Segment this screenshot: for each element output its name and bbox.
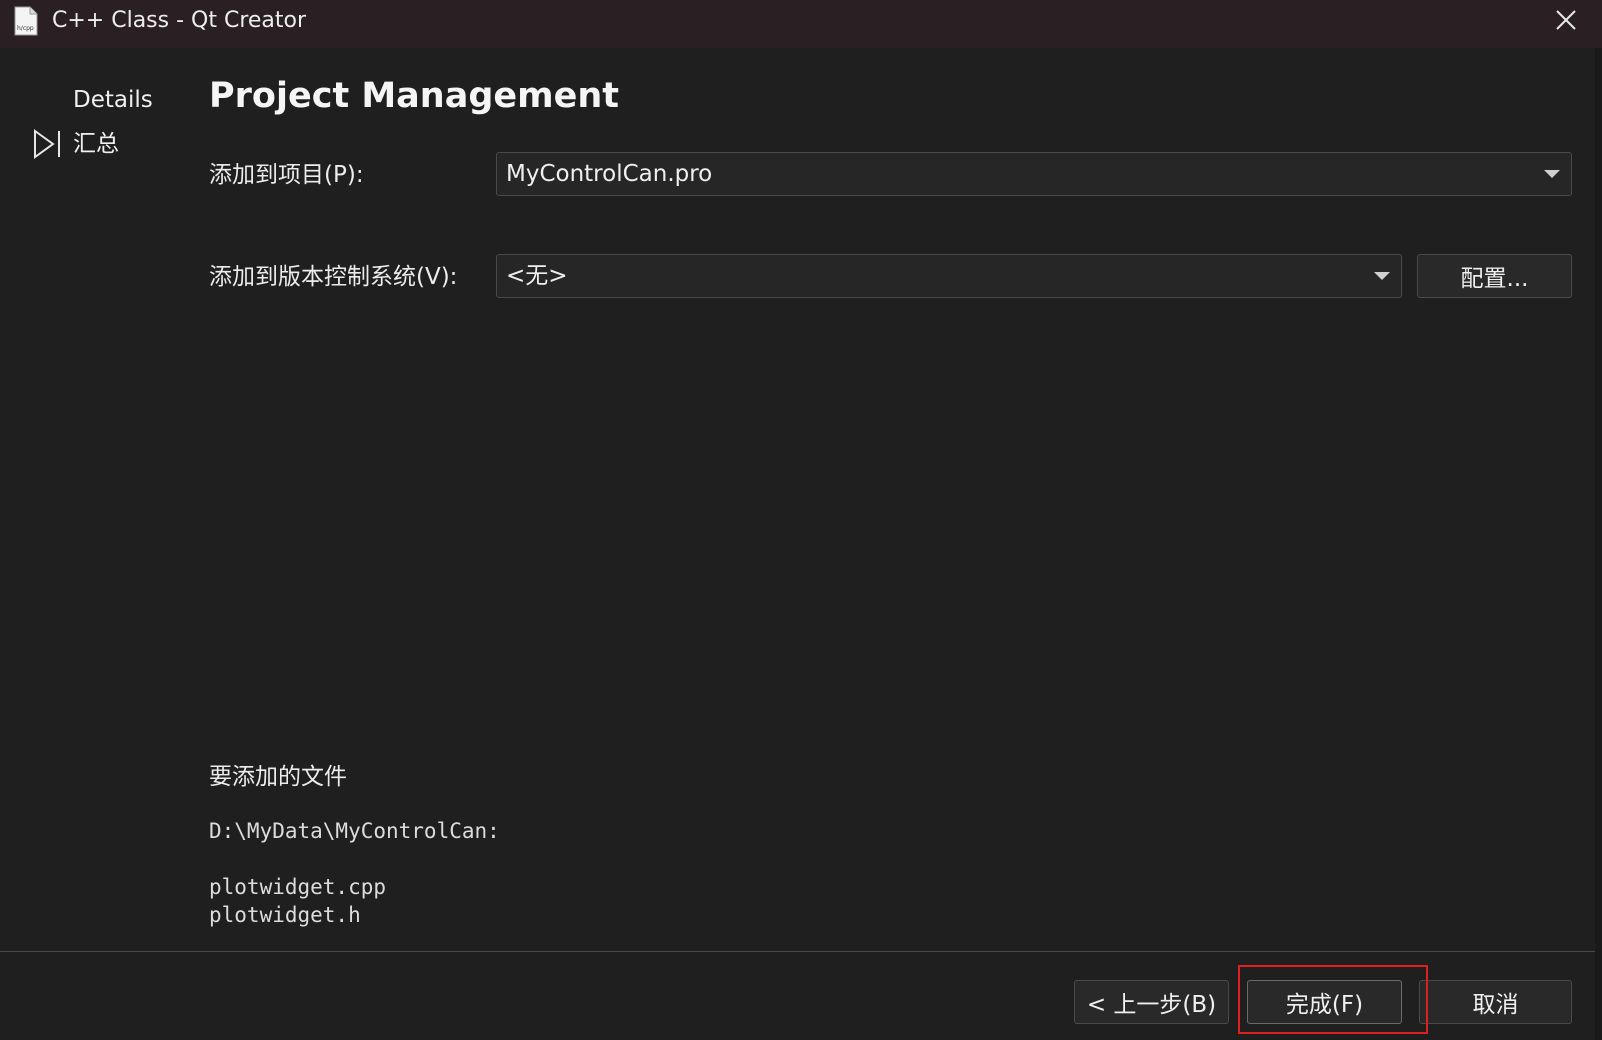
files-to-add-heading: 要添加的文件 — [209, 764, 347, 790]
close-button[interactable] — [1540, 0, 1592, 40]
chevron-down-icon[interactable] — [1544, 170, 1560, 178]
svg-text:h/cpp: h/cpp — [17, 25, 34, 32]
nav-item-summary: 汇总 — [73, 131, 119, 157]
nav-item-details: Details — [73, 87, 153, 113]
back-button[interactable]: < 上一步(B) — [1074, 980, 1229, 1024]
page-title: Project Management — [209, 76, 619, 116]
current-step-arrow-icon — [34, 129, 60, 159]
project-combobox-value: MyControlCan.pro — [506, 161, 713, 187]
file-list-item: plotwidget.cpp — [209, 875, 387, 899]
files-directory-path: D:\MyData\MyControlCan: — [209, 819, 500, 843]
configure-button[interactable]: 配置... — [1417, 254, 1572, 298]
chevron-down-icon[interactable] — [1374, 272, 1390, 280]
window-title: C++ Class - Qt Creator — [52, 8, 307, 33]
vcs-combobox[interactable]: <无> — [496, 254, 1402, 298]
add-to-vcs-label: 添加到版本控制系统(V): — [209, 264, 458, 290]
finish-button[interactable]: 完成(F) — [1247, 980, 1402, 1024]
project-combobox[interactable]: MyControlCan.pro — [496, 152, 1572, 196]
wizard-window: h/cpp C++ Class - Qt Creator Details 汇总 … — [0, 0, 1602, 1040]
title-bar: h/cpp C++ Class - Qt Creator — [0, 0, 1602, 48]
window-edge — [1595, 48, 1602, 1040]
close-icon[interactable] — [1554, 8, 1578, 32]
add-to-project-label: 添加到项目(P): — [209, 162, 364, 188]
cancel-button[interactable]: 取消 — [1419, 980, 1572, 1024]
footer-divider — [0, 951, 1595, 952]
cpp-file-icon: h/cpp — [14, 6, 38, 36]
vcs-combobox-value: <无> — [506, 263, 568, 289]
file-list-item: plotwidget.h — [209, 903, 361, 927]
